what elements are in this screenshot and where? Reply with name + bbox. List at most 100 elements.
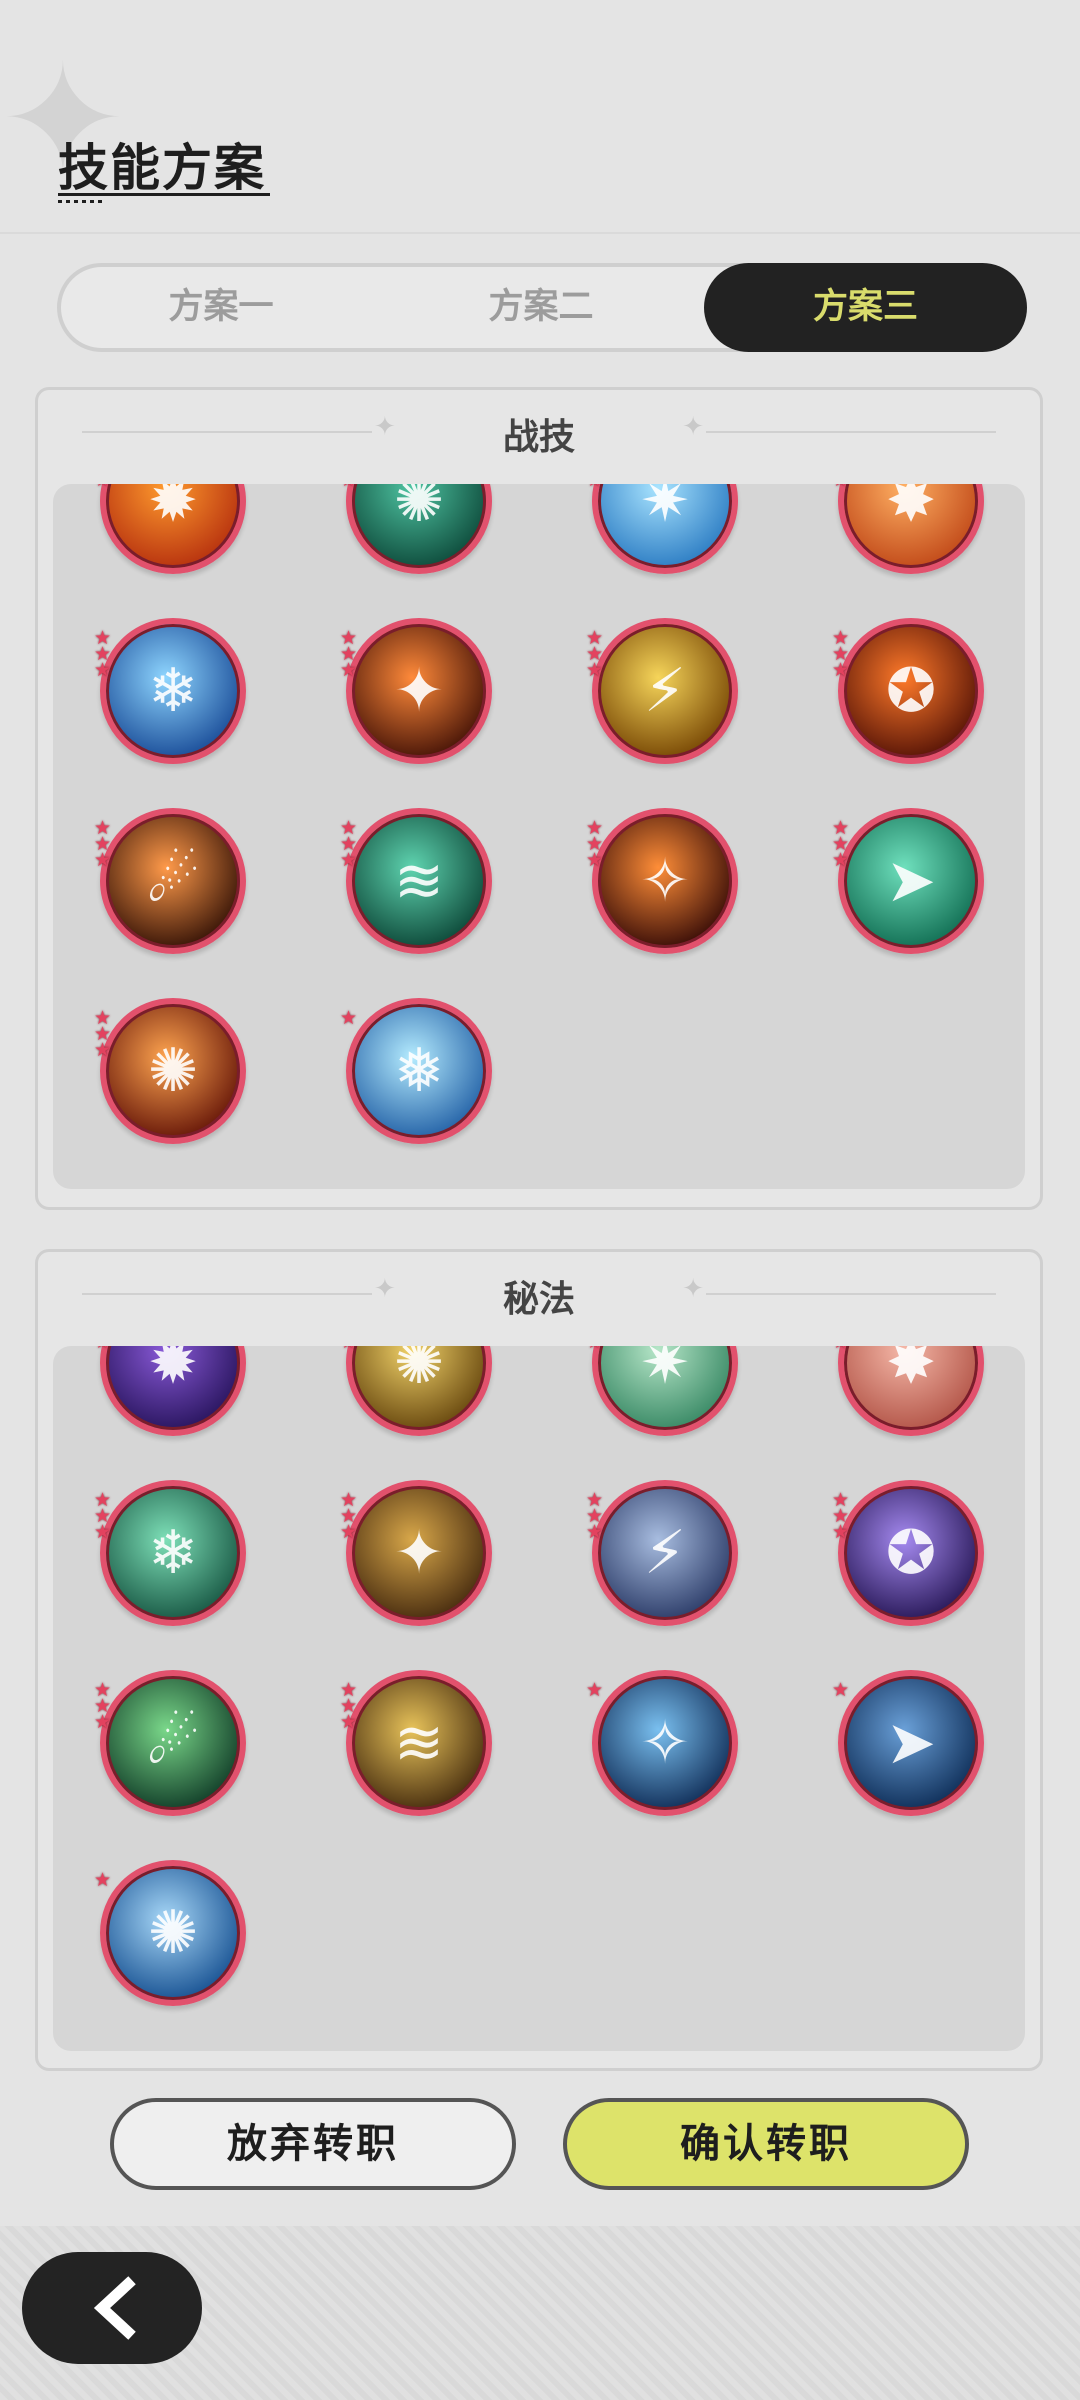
title-dots	[58, 200, 106, 203]
lightning-icon[interactable]: ⚡ ★ ★ ★	[586, 618, 738, 764]
panel-title: 秘法	[502, 1279, 575, 1320]
skill-emblem: ➤	[885, 1708, 937, 1778]
star-icon: ★	[94, 659, 112, 681]
meteor-icon[interactable]: ☄ ★ ★ ★	[94, 808, 246, 954]
rank-stars: ★	[832, 1679, 852, 1701]
green-shield-icon[interactable]: ✷ ★★★	[586, 1346, 738, 1436]
star-icon: ★	[340, 484, 360, 490]
star-icon: ★	[340, 659, 358, 681]
panel-title: 战技	[502, 417, 575, 458]
tab-scheme-2[interactable]: 方案二	[381, 267, 701, 348]
green-leaf-icon[interactable]: ☄ ★ ★ ★	[94, 1670, 246, 1816]
skill-emblem: ✦	[393, 1518, 445, 1588]
skill-emblem: ✺	[147, 1036, 199, 1106]
skill-emblem: ➤	[885, 846, 937, 916]
rank-stars: ★★★	[340, 629, 360, 681]
star-icon: ★	[340, 1521, 358, 1543]
page-title: 技能方案	[58, 139, 266, 197]
skill-emblem: ✧	[639, 846, 691, 916]
golden-sword-icon[interactable]: ✦ ★ ★ ★	[340, 1480, 492, 1626]
fire-vortex-icon[interactable]: ✦ ★ ★ ★	[340, 618, 492, 764]
wind-swirl-icon[interactable]: ≋ ★ ★ ★	[340, 808, 492, 954]
fire-slash-icon[interactable]: ✹ ★★★	[94, 484, 246, 574]
blue-gem-icon[interactable]: ✧ ★	[586, 1670, 738, 1816]
star-icon: ★	[340, 1346, 360, 1352]
wind-arrow-icon[interactable]: ➤ ★ ★ ★	[832, 808, 984, 954]
red-orb-icon[interactable]: ✸ ★★★	[832, 1346, 984, 1436]
skill-emblem: ✹	[147, 484, 199, 536]
ice-wing-icon[interactable]: ✺ ★	[94, 1860, 246, 2006]
panel-header: ✦ 秘法 ✦	[38, 1252, 1040, 1342]
rank-stars: ★★★	[94, 1491, 114, 1543]
rank-stars: ★★★	[340, 1681, 360, 1733]
divider	[706, 1293, 996, 1295]
star-icon: ★	[94, 484, 114, 490]
skill-emblem: ✷	[639, 1346, 691, 1398]
combat-skill-grid[interactable]: ✹★★★✺★★★✷★★★✸★★★❄★★★✦★★★⚡★★★✪★★★☄★★★≋★★★…	[53, 484, 1025, 1189]
star-icon: ★	[586, 849, 604, 871]
star-icon: ★	[586, 1521, 604, 1543]
star-icon: ★	[94, 1869, 112, 1891]
star-icon: ★	[832, 484, 852, 490]
star-icon: ★	[586, 484, 606, 490]
rank-stars: ★★★	[832, 1491, 852, 1543]
skill-emblem: ❄	[147, 656, 199, 726]
ice-spikes-icon[interactable]: ❅ ★	[340, 998, 492, 1144]
rank-stars: ★★★	[586, 484, 606, 490]
skill-emblem: ✸	[885, 484, 937, 536]
ice-crystal-icon[interactable]: ✷ ★★★	[586, 484, 738, 574]
fireball-icon[interactable]: ✪ ★ ★ ★	[832, 618, 984, 764]
green-vine-icon[interactable]: ✺ ★★★	[340, 484, 492, 574]
rank-stars: ★	[340, 1007, 360, 1029]
rank-stars: ★★★	[94, 1346, 114, 1352]
purple-sparkle-icon[interactable]: ✪ ★ ★ ★	[832, 1480, 984, 1626]
abandon-class-change-button[interactable]: 放弃转职	[110, 2098, 516, 2190]
tab-scheme-3[interactable]: 方案三	[704, 263, 1027, 352]
combat-skills-panel: ✦ 战技 ✦ ✹★★★✺★★★✷★★★✸★★★❄★★★✦★★★⚡★★★✪★★★☄…	[35, 387, 1043, 1210]
back-button[interactable]	[22, 2252, 202, 2364]
panel-header: ✦ 战技 ✦	[38, 390, 1040, 480]
fire-burst-icon[interactable]: ✸ ★★★	[832, 484, 984, 574]
rank-stars: ★★★	[340, 819, 360, 870]
star-icon: ★	[832, 1346, 852, 1352]
star-icon: ★	[340, 1007, 358, 1029]
rank-stars: ★★★	[340, 1491, 360, 1543]
skill-emblem: ❄	[147, 1518, 199, 1588]
star-icon: ★	[832, 1679, 850, 1701]
skill-emblem: ✺	[393, 484, 445, 536]
header-divider	[0, 232, 1080, 234]
confirm-class-change-button[interactable]: 确认转职	[563, 2098, 969, 2190]
skill-emblem: ☄	[146, 1708, 200, 1778]
flame-spiral-icon[interactable]: ✺ ★ ★ ★	[94, 998, 246, 1144]
secret-arts-panel: ✦ 秘法 ✦ ✹★★★✺★★★✷★★★✸★★★❄★★★✦★★★⚡★★★✪★★★☄…	[35, 1249, 1043, 2071]
divider	[706, 431, 996, 433]
arcane-potion-icon[interactable]: ✹ ★★★	[94, 1346, 246, 1436]
golden-thunder-icon[interactable]: ≋ ★ ★ ★	[340, 1670, 492, 1816]
star-icon: ★	[94, 1521, 112, 1543]
skill-emblem: ✺	[393, 1346, 445, 1398]
rank-stars: ★★★	[586, 629, 606, 680]
rank-stars: ★	[586, 1681, 606, 1700]
rank-stars: ★	[94, 1869, 114, 1891]
green-gauntlet-icon[interactable]: ❄ ★ ★ ★	[94, 1480, 246, 1626]
ice-shard-icon[interactable]: ❄ ★ ★ ★	[94, 618, 246, 764]
star-icon: ★	[340, 1711, 358, 1733]
secret-skill-grid[interactable]: ✹★★★✺★★★✷★★★✸★★★❄★★★✦★★★⚡★★★✪★★★☄★★★≋★★★…	[53, 1346, 1025, 2051]
blue-armor-icon[interactable]: ⚡ ★ ★ ★	[586, 1480, 738, 1626]
snow-figure-icon[interactable]: ➤ ★	[832, 1670, 984, 1816]
rank-stars: ★★★	[832, 629, 852, 681]
star-icon: ★	[832, 1521, 850, 1543]
skill-emblem: ≋	[393, 1708, 445, 1778]
fire-star-icon[interactable]: ✧ ★ ★ ★	[586, 808, 738, 954]
star-icon: ★	[832, 849, 850, 871]
skill-emblem: ≋	[393, 846, 445, 916]
rank-stars: ★★★	[586, 1346, 606, 1352]
rank-stars: ★★★	[586, 1491, 606, 1543]
tab-scheme-1[interactable]: 方案一	[61, 267, 381, 348]
star-icon: ★	[832, 659, 850, 681]
golden-bell-icon[interactable]: ✺ ★★★	[340, 1346, 492, 1436]
skill-emblem: ✪	[885, 1518, 937, 1588]
rank-stars: ★★★	[340, 484, 360, 490]
rank-stars: ★★★	[832, 484, 852, 490]
rank-stars: ★★★	[94, 1009, 114, 1060]
